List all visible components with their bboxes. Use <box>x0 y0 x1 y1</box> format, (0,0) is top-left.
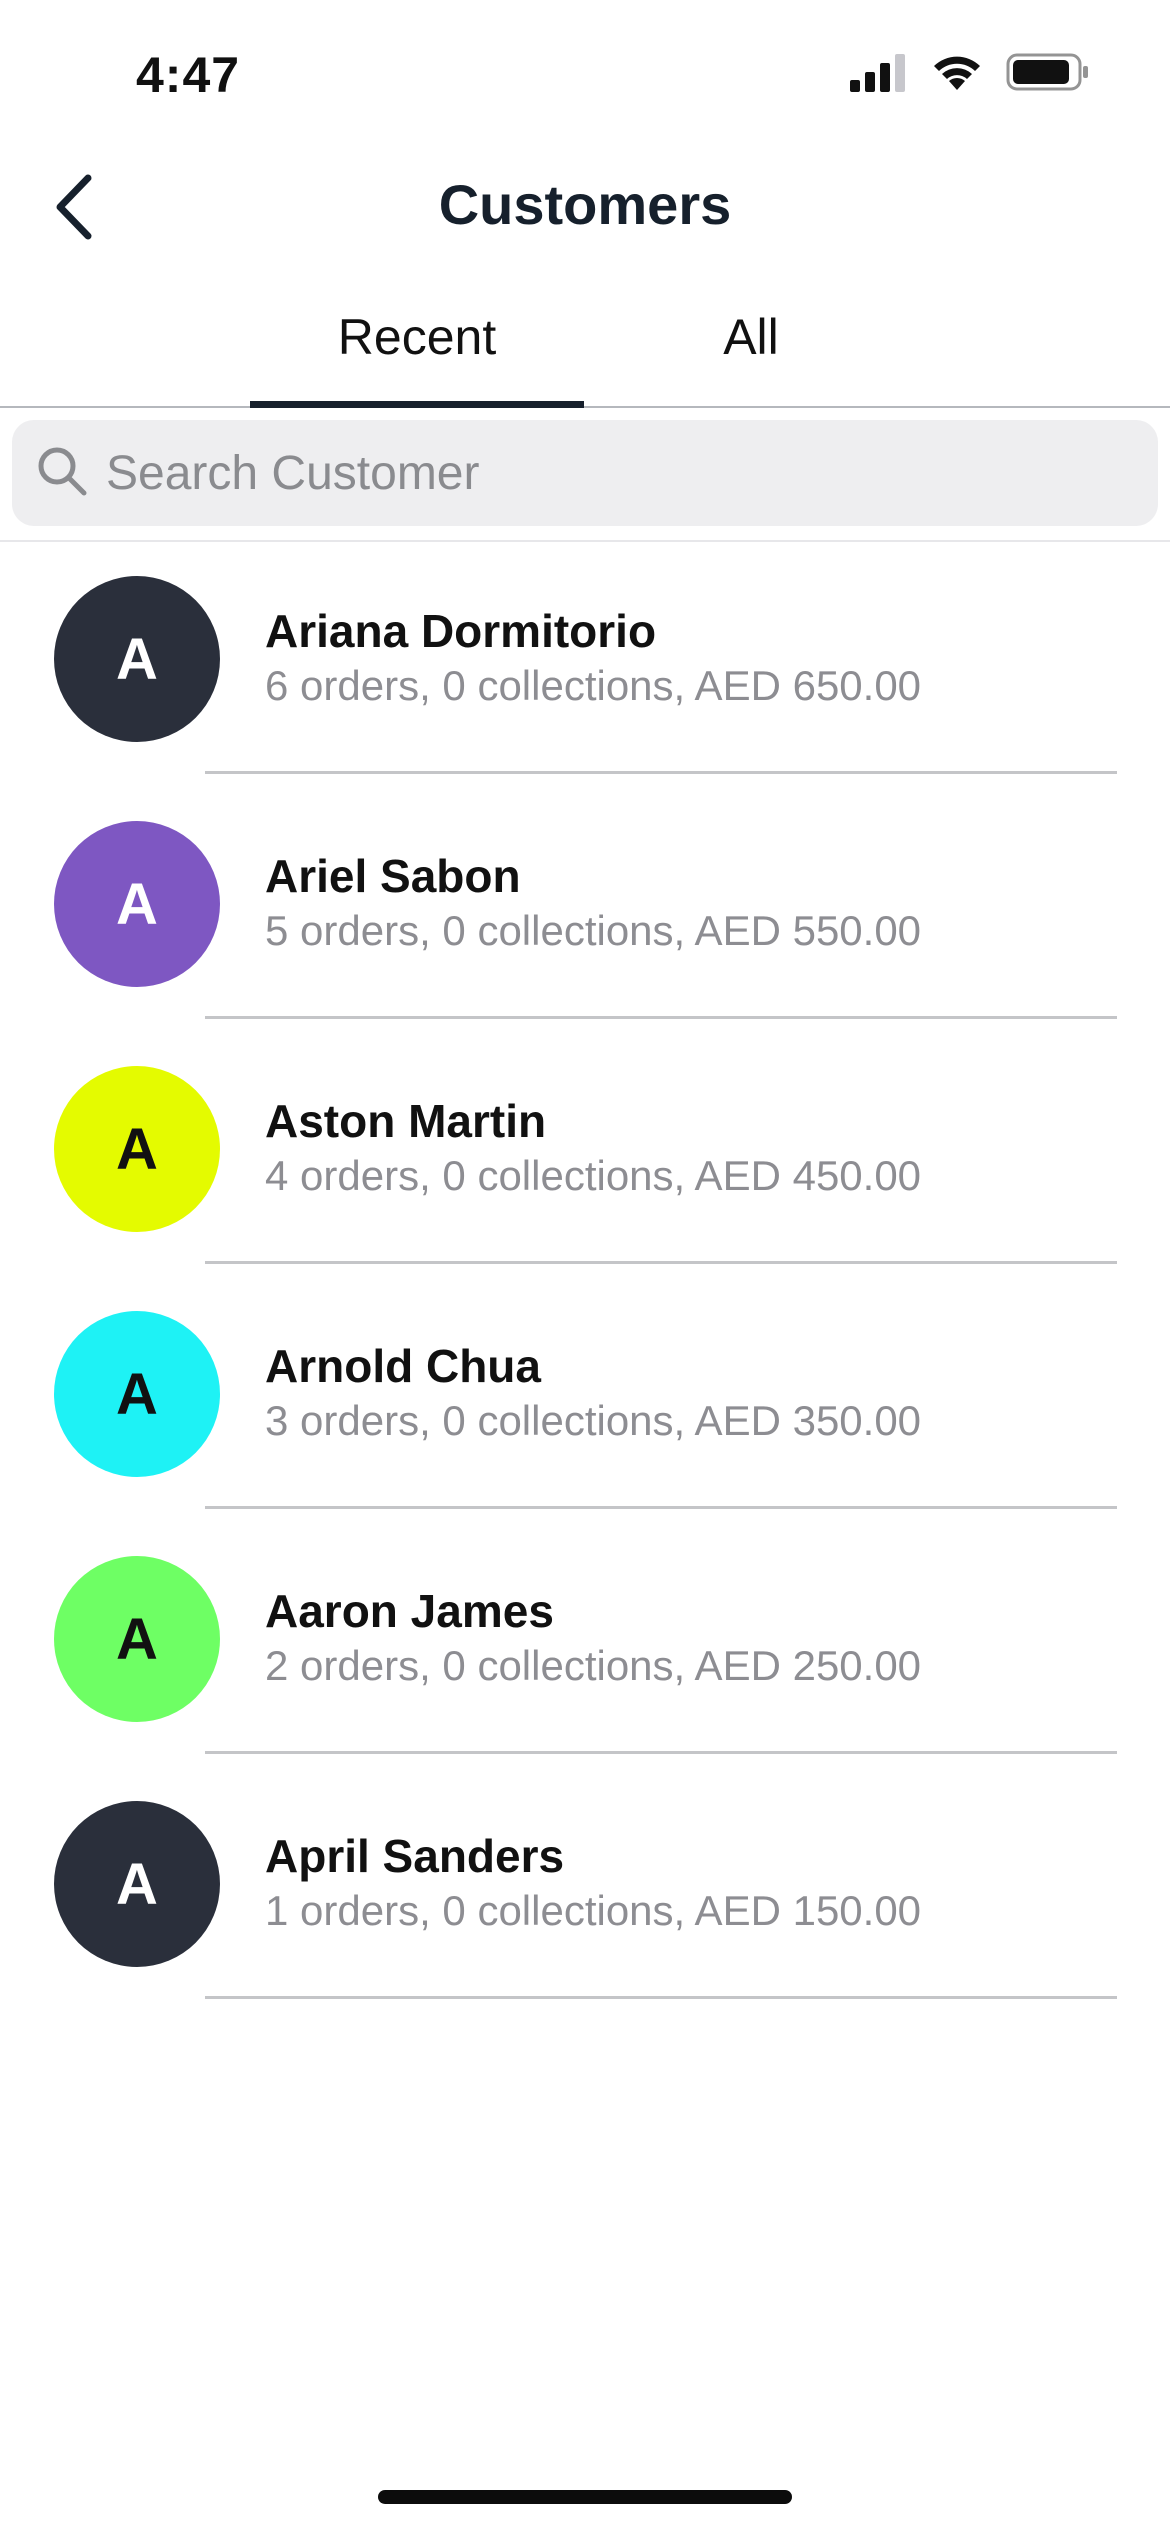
tab-all[interactable]: All <box>584 308 918 408</box>
row-divider <box>205 1261 1117 1264</box>
search-box[interactable] <box>12 420 1158 526</box>
battery-icon <box>1006 52 1090 92</box>
search-icon <box>36 445 88 502</box>
cellular-signal-icon <box>850 52 908 92</box>
customer-name: Ariel Sabon <box>265 850 521 902</box>
row-divider <box>205 1506 1117 1509</box>
status-bar: 4:47 <box>0 0 1170 150</box>
avatar: A <box>54 821 220 987</box>
avatar: A <box>54 1556 220 1722</box>
search-divider <box>0 540 1170 542</box>
avatar: A <box>54 1066 220 1232</box>
avatar: A <box>54 1311 220 1477</box>
row-divider <box>205 1016 1117 1019</box>
customer-summary: 3 orders, 0 collections, AED 350.00 <box>265 1397 922 1444</box>
row-divider <box>205 1996 1117 1999</box>
avatar: A <box>54 576 220 742</box>
customer-summary: 4 orders, 0 collections, AED 450.00 <box>265 1152 922 1199</box>
avatar-initial: A <box>116 1361 158 1427</box>
customer-row[interactable]: A Aston Martin 4 orders, 0 collections, … <box>0 1034 1170 1279</box>
customer-row[interactable]: A Aaron James 2 orders, 0 collections, A… <box>0 1524 1170 1769</box>
avatar-initial: A <box>116 871 158 937</box>
customer-name: April Sanders <box>265 1830 565 1882</box>
avatar-initial: A <box>116 1851 158 1917</box>
customers-screen: 4:47 Customers Recent All Search Custome… <box>0 0 1170 2532</box>
customer-list: A Ariana Dormitorio 6 orders, 0 collecti… <box>0 544 1170 2014</box>
tab-active-indicator <box>250 401 584 408</box>
customer-name: Ariana Dormitorio <box>265 605 657 657</box>
avatar-initial: A <box>116 1606 158 1672</box>
customer-summary: 5 orders, 0 collections, AED 550.00 <box>265 907 922 954</box>
avatar-initial: A <box>116 1116 158 1182</box>
customer-row[interactable]: A April Sanders 1 orders, 0 collections,… <box>0 1769 1170 2014</box>
row-divider <box>205 771 1117 774</box>
home-indicator[interactable] <box>378 2490 792 2504</box>
page-title: Customers <box>438 173 732 236</box>
customer-summary: 6 orders, 0 collections, AED 650.00 <box>265 662 922 709</box>
customer-summary: 1 orders, 0 collections, AED 150.00 <box>265 1887 922 1934</box>
customer-row[interactable]: A Ariana Dormitorio 6 orders, 0 collecti… <box>0 544 1170 789</box>
tab-bar: Recent All <box>0 290 1170 408</box>
search-input[interactable] <box>106 445 1158 501</box>
customer-name: Arnold Chua <box>265 1340 541 1392</box>
customer-name: Aston Martin <box>265 1095 547 1147</box>
search-bar <box>12 420 1158 526</box>
customer-row[interactable]: A Ariel Sabon 5 orders, 0 collections, A… <box>0 789 1170 1034</box>
tab-recent[interactable]: Recent <box>250 308 584 408</box>
status-icons <box>850 52 1090 92</box>
customer-name: Aaron James <box>265 1585 554 1637</box>
customer-row[interactable]: A Arnold Chua 3 orders, 0 collections, A… <box>0 1279 1170 1524</box>
status-time: 4:47 <box>136 47 241 103</box>
customer-summary: 2 orders, 0 collections, AED 250.00 <box>265 1642 922 1689</box>
wifi-icon <box>930 52 984 92</box>
avatar-initial: A <box>116 626 158 692</box>
row-divider <box>205 1751 1117 1754</box>
avatar: A <box>54 1801 220 1967</box>
nav-header: Customers <box>0 150 1170 260</box>
